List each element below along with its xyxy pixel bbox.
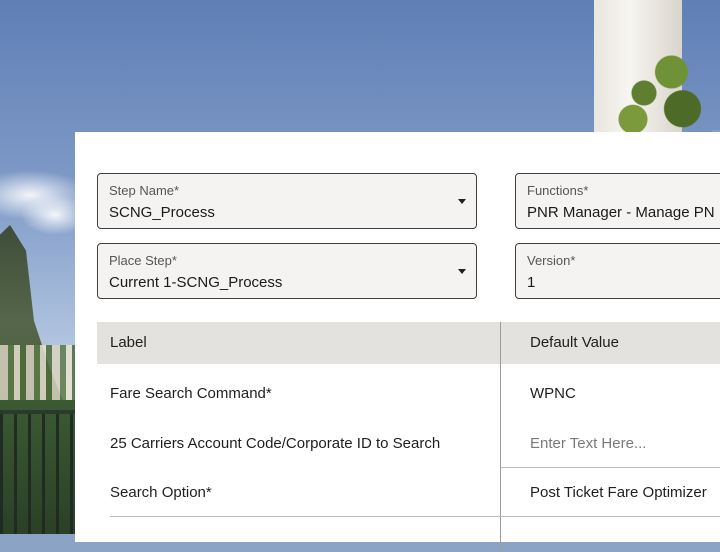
step-name-select[interactable]: Step Name* SCNG_Process: [97, 173, 477, 229]
row-value-select[interactable]: Post Ticket Fare Optimizer: [530, 484, 707, 501]
row-value-field[interactable]: WPNC: [530, 385, 576, 402]
version-value: 1: [527, 274, 536, 291]
table-row: 25 Carriers Account Code/Corporate ID to…: [97, 418, 720, 468]
place-step-select[interactable]: Place Step* Current 1-SCNG_Process: [97, 243, 477, 299]
row-label: 25 Carriers Account Code/Corporate ID to…: [110, 435, 441, 452]
table-header: Label Default Value: [97, 322, 720, 364]
step-name-label: Step Name*: [109, 183, 180, 198]
functions-label: Functions*: [527, 183, 589, 198]
balcony-railing: [0, 410, 75, 534]
step-name-value: SCNG_Process: [109, 204, 215, 221]
column-header-label: Label: [110, 334, 147, 351]
functions-value: PNR Manager - Manage PN: [527, 204, 715, 221]
row-label: Search Option*: [110, 484, 212, 501]
place-step-label: Place Step*: [109, 253, 177, 268]
dropdown-caret-icon: [458, 199, 466, 204]
version-label: Version*: [527, 253, 576, 268]
version-field[interactable]: Version* 1: [515, 243, 720, 299]
row-label: Fare Search Command*: [110, 385, 272, 402]
place-step-value: Current 1-SCNG_Process: [109, 274, 283, 291]
dropdown-caret-icon: [458, 269, 466, 274]
row-value-input[interactable]: Enter Text Here...: [530, 435, 646, 452]
step-editor-panel: Step Name* SCNG_Process Functions* PNR M…: [75, 132, 720, 552]
row-divider: [110, 516, 720, 517]
table-row: Search Option* Post Ticket Fare Optimize…: [97, 468, 720, 518]
table-row: Fare Search Command* WPNC: [97, 368, 720, 418]
functions-select[interactable]: Functions* PNR Manager - Manage PN: [515, 173, 720, 229]
potted-plant: [600, 30, 710, 135]
column-header-default-value: Default Value: [530, 334, 619, 351]
